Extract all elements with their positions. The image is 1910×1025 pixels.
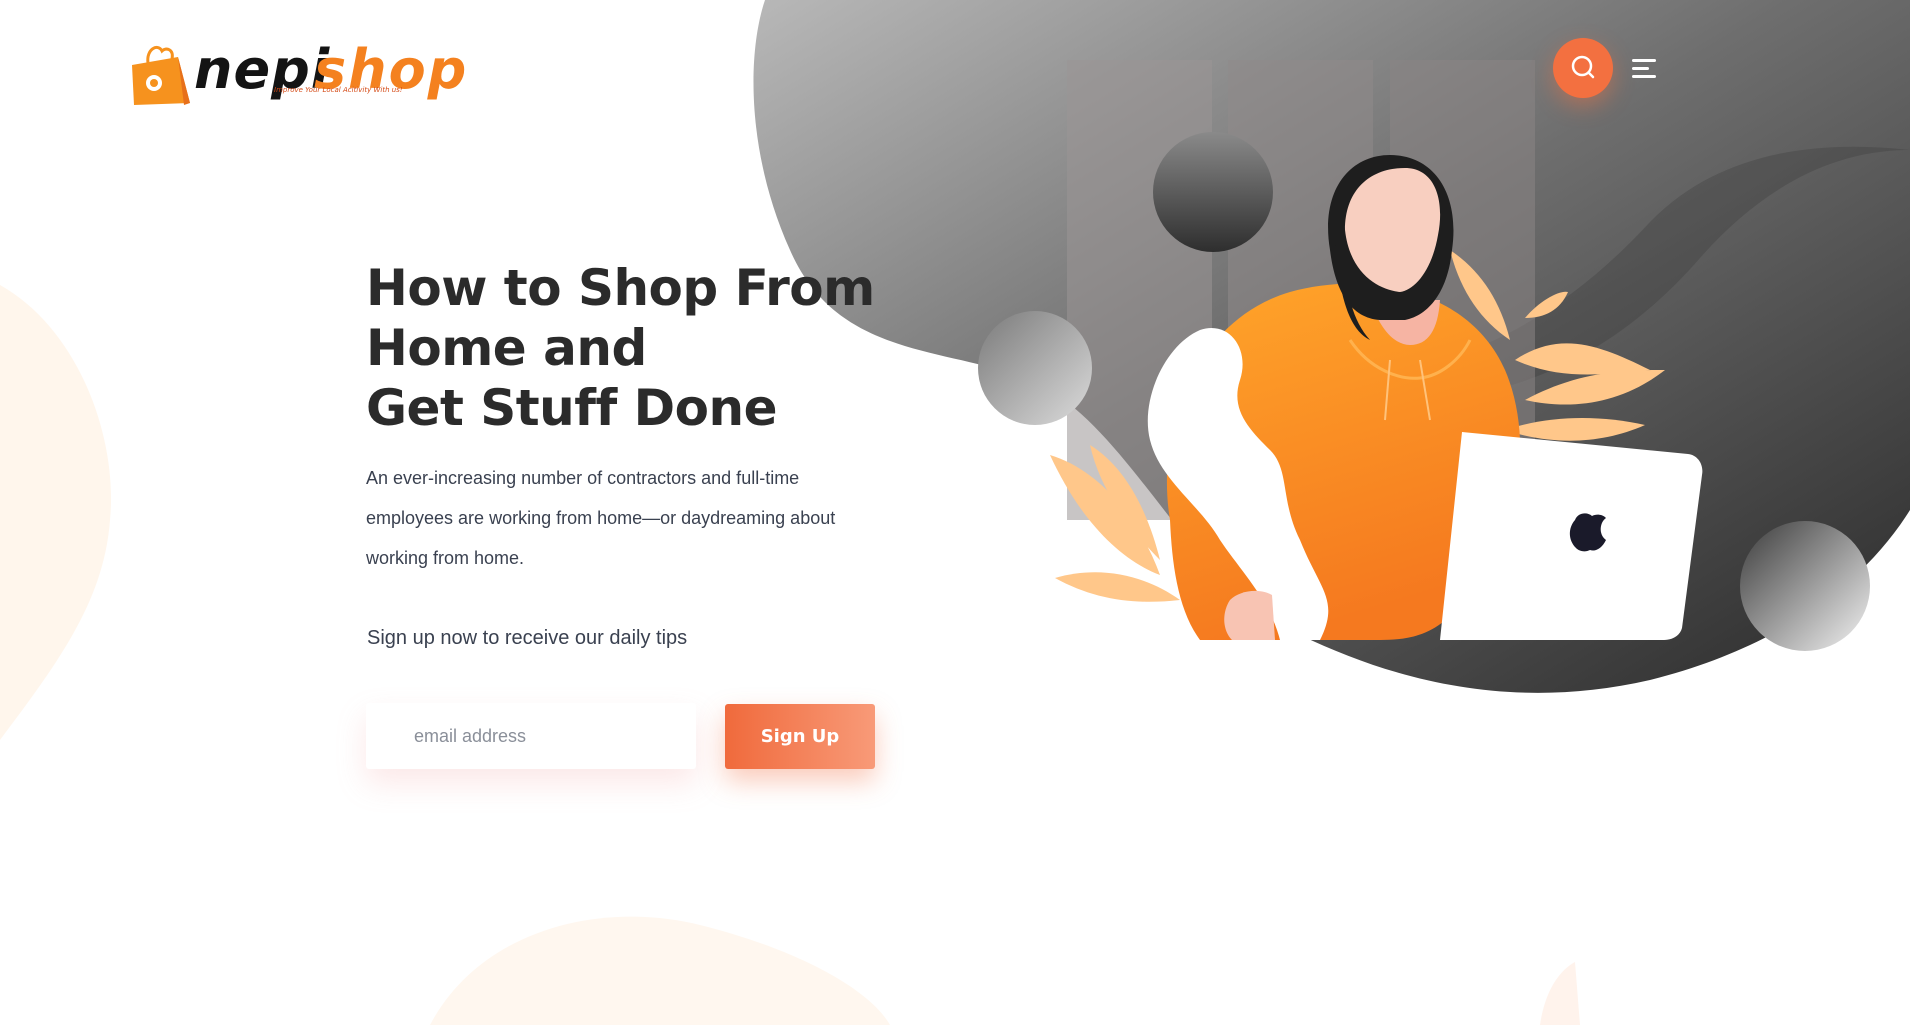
left-peach-blob bbox=[0, 285, 112, 740]
brand-wordmark: nepi shop Improve Your Local Acitivity W… bbox=[194, 38, 584, 104]
brand-logo[interactable]: nepi shop Improve Your Local Acitivity W… bbox=[130, 38, 466, 110]
sign-up-button[interactable]: Sign Up bbox=[725, 704, 875, 769]
shopping-bag-icon bbox=[132, 46, 190, 105]
hero-title: How to Shop From Home and Get Stuff Done bbox=[366, 258, 886, 438]
search-button[interactable] bbox=[1553, 38, 1613, 98]
landing-page: nepi shop Improve Your Local Acitivity W… bbox=[0, 0, 1910, 1025]
email-field-container bbox=[366, 703, 696, 769]
bottom-right-accent bbox=[1540, 962, 1580, 1025]
deco-ball-left bbox=[978, 311, 1092, 425]
background-decor bbox=[0, 0, 1910, 1025]
bottom-peach-blob bbox=[430, 916, 890, 1025]
search-icon bbox=[1571, 55, 1595, 79]
email-input[interactable] bbox=[414, 703, 684, 769]
deco-ball-top bbox=[1153, 132, 1273, 252]
brand-tagline: Improve Your Local Acitivity With us! bbox=[274, 86, 403, 94]
hero-title-line-3: Get Stuff Done bbox=[366, 379, 778, 437]
hamburger-menu-icon[interactable] bbox=[1632, 58, 1656, 80]
signup-note: Sign up now to receive our daily tips bbox=[367, 627, 688, 649]
hero-title-line-1: How to Shop From bbox=[366, 259, 875, 317]
hero-description: An ever-increasing number of contractors… bbox=[366, 468, 836, 568]
deco-ball-right bbox=[1740, 521, 1870, 651]
hero-title-line-2: Home and bbox=[366, 319, 647, 377]
